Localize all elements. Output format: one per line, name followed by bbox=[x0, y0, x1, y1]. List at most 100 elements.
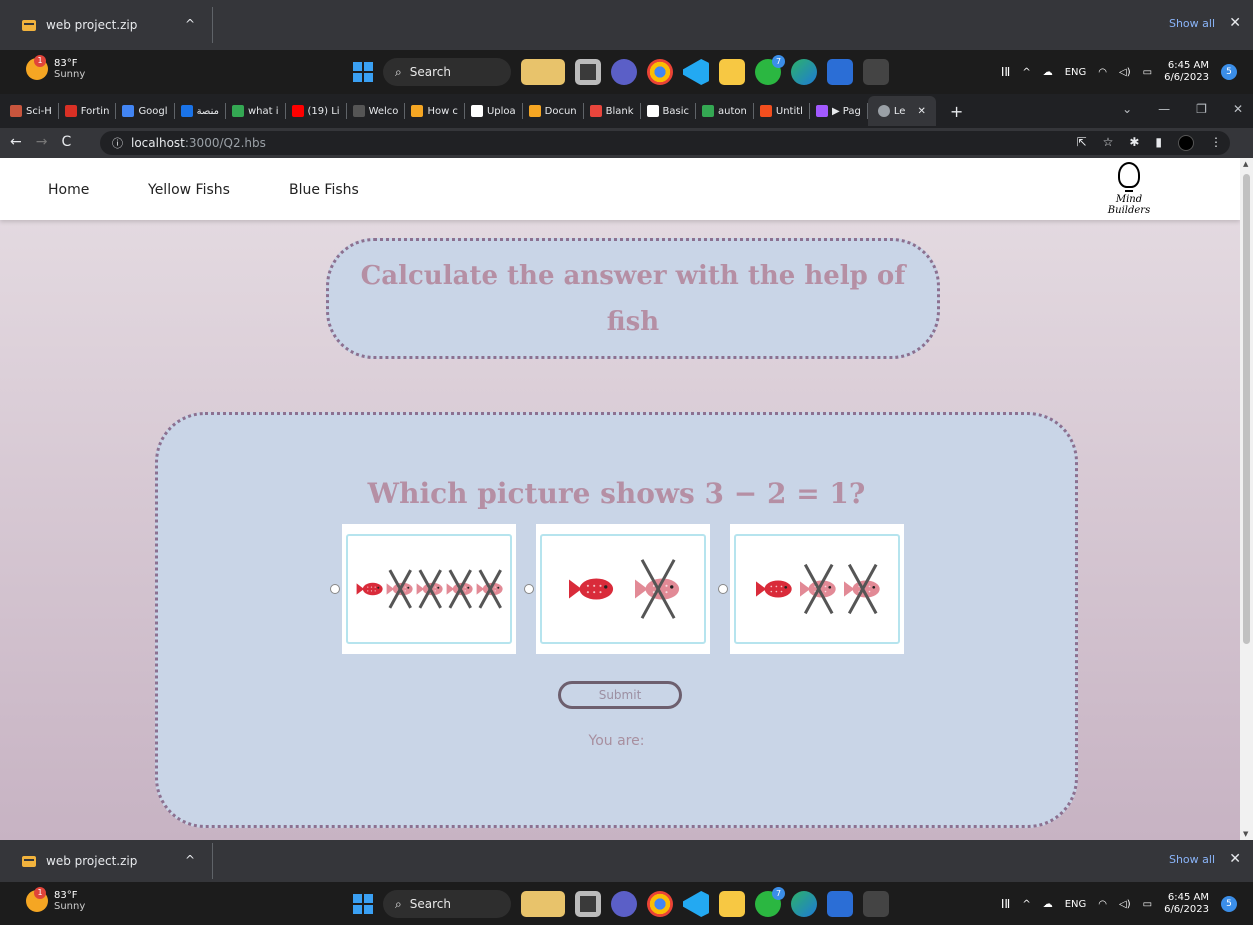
onedrive-icon[interactable]: ☁ bbox=[1043, 67, 1053, 78]
forward-icon[interactable]: → bbox=[36, 134, 48, 150]
browser-tab[interactable]: How c bbox=[405, 103, 465, 119]
browser-tab[interactable]: what i bbox=[226, 103, 286, 119]
page-scrollbar[interactable]: ▲ ▼ bbox=[1240, 158, 1253, 840]
radio-button[interactable] bbox=[718, 584, 728, 594]
file-explorer-icon[interactable] bbox=[719, 891, 745, 917]
scrollbar-thumb[interactable] bbox=[1243, 174, 1250, 644]
taskbar-search[interactable]: ⌕ Search bbox=[383, 58, 511, 86]
vscode-app-icon[interactable] bbox=[683, 891, 709, 917]
volume-icon[interactable]: ◁) bbox=[1119, 67, 1131, 78]
browser-tab[interactable]: Uploa bbox=[465, 103, 523, 119]
chevron-up-icon[interactable]: ^ bbox=[185, 853, 195, 867]
reload-icon[interactable]: C bbox=[61, 134, 71, 150]
close-icon[interactable]: ✕ bbox=[1229, 15, 1241, 31]
whatsapp-app-icon[interactable]: 7 bbox=[755, 887, 785, 917]
language-indicator[interactable]: ENG bbox=[1065, 67, 1087, 78]
browser-tab[interactable]: Welco bbox=[347, 103, 406, 119]
teams-chat-icon[interactable] bbox=[611, 891, 637, 917]
language-switch-icon[interactable]: ⅠⅡ bbox=[1001, 897, 1010, 911]
browser-tab[interactable]: منصة bbox=[175, 103, 226, 119]
chrome-app-icon[interactable] bbox=[647, 891, 673, 917]
word-app-icon[interactable] bbox=[827, 891, 853, 917]
language-indicator[interactable]: ENG bbox=[1065, 899, 1087, 910]
volume-icon[interactable]: ◁) bbox=[1119, 899, 1131, 910]
wifi-icon[interactable]: ◠ bbox=[1098, 67, 1107, 78]
taskbar-search[interactable]: ⌕ Search bbox=[383, 890, 511, 918]
browser-tab[interactable]: auton bbox=[696, 103, 754, 119]
nav-link-home[interactable]: Home bbox=[48, 182, 89, 198]
radio-button[interactable] bbox=[524, 584, 534, 594]
show-all-button[interactable]: Show all bbox=[1169, 853, 1215, 866]
browser-tab[interactable]: Sci-H bbox=[4, 103, 59, 119]
language-switch-icon[interactable]: ⅠⅡ bbox=[1001, 65, 1010, 79]
scroll-down-arrow[interactable]: ▼ bbox=[1243, 830, 1248, 838]
edge-app-icon[interactable] bbox=[791, 891, 817, 917]
task-view-icon[interactable] bbox=[575, 59, 601, 85]
download-item[interactable]: web project.zip bbox=[22, 0, 137, 50]
file-explorer-icon[interactable] bbox=[719, 59, 745, 85]
new-tab-button[interactable]: + bbox=[950, 102, 963, 121]
scroll-up-arrow[interactable]: ▲ bbox=[1243, 160, 1248, 168]
widgets-app-icon[interactable] bbox=[521, 891, 565, 917]
browser-tab[interactable]: ▶ Pag bbox=[810, 103, 868, 119]
answer-option-3[interactable] bbox=[718, 524, 904, 654]
chevron-up-icon[interactable]: ^ bbox=[1022, 67, 1030, 78]
wifi-icon[interactable]: ◠ bbox=[1098, 899, 1107, 910]
notification-badge[interactable]: 5 bbox=[1221, 896, 1237, 912]
restore-icon[interactable]: ❐ bbox=[1196, 102, 1207, 116]
browser-tab[interactable]: Blank bbox=[584, 103, 641, 119]
tab-search-icon[interactable]: ⌄ bbox=[1122, 102, 1132, 116]
browser-tab[interactable]: Docun bbox=[523, 103, 584, 119]
site-info-icon[interactable]: ⓘ bbox=[112, 135, 123, 151]
option-picture[interactable] bbox=[342, 524, 516, 654]
address-bar[interactable]: ⓘ localhost:3000/Q2.hbs ⇱ ☆ ✱ ▮ ⋮ bbox=[100, 131, 1230, 155]
terminal-app-icon[interactable] bbox=[863, 59, 889, 85]
weather-widget[interactable]: 1 83°F Sunny bbox=[26, 55, 85, 80]
windows-start-icon[interactable] bbox=[353, 62, 373, 82]
teams-chat-icon[interactable] bbox=[611, 59, 637, 85]
minimize-icon[interactable]: — bbox=[1158, 102, 1170, 116]
vscode-app-icon[interactable] bbox=[683, 59, 709, 85]
option-picture[interactable] bbox=[536, 524, 710, 654]
mind-builders-logo[interactable]: Mind Builders bbox=[1094, 162, 1164, 216]
browser-tab[interactable]: Fortin bbox=[59, 103, 117, 119]
answer-option-1[interactable] bbox=[330, 524, 516, 654]
menu-icon[interactable]: ⋮ bbox=[1210, 135, 1222, 151]
share-icon[interactable]: ⇱ bbox=[1077, 135, 1087, 151]
weather-widget[interactable]: 1 83°F Sunny bbox=[26, 887, 85, 912]
task-view-icon[interactable] bbox=[575, 891, 601, 917]
tab-close-icon[interactable]: ✕ bbox=[917, 106, 925, 117]
browser-tab-active[interactable]: Le ✕ bbox=[867, 96, 936, 126]
clock[interactable]: 6:45 AM 6/6/2023 bbox=[1164, 892, 1209, 916]
clock[interactable]: 6:45 AM 6/6/2023 bbox=[1164, 60, 1209, 84]
browser-tab[interactable]: (19) Li bbox=[286, 103, 347, 119]
profile-avatar[interactable] bbox=[1178, 135, 1194, 151]
onedrive-icon[interactable]: ☁ bbox=[1043, 899, 1053, 910]
battery-icon[interactable]: ▭ bbox=[1143, 67, 1152, 78]
widgets-app-icon[interactable] bbox=[521, 59, 565, 85]
browser-tab[interactable]: Untitl bbox=[754, 103, 810, 119]
close-icon[interactable]: ✕ bbox=[1229, 851, 1241, 867]
chrome-app-icon[interactable] bbox=[647, 59, 673, 85]
notification-badge[interactable]: 5 bbox=[1221, 64, 1237, 80]
browser-tab[interactable]: Basic bbox=[641, 103, 697, 119]
browser-tab[interactable]: Googl bbox=[116, 103, 175, 119]
submit-button[interactable]: Submit bbox=[558, 681, 682, 709]
chevron-up-icon[interactable]: ^ bbox=[1022, 899, 1030, 910]
extensions-icon[interactable]: ✱ bbox=[1129, 135, 1139, 151]
answer-option-2[interactable] bbox=[524, 524, 710, 654]
edge-app-icon[interactable] bbox=[791, 59, 817, 85]
back-icon[interactable]: ← bbox=[10, 134, 22, 150]
whatsapp-app-icon[interactable]: 7 bbox=[755, 55, 785, 85]
word-app-icon[interactable] bbox=[827, 59, 853, 85]
nav-link-blue-fishs[interactable]: Blue Fishs bbox=[289, 182, 359, 198]
windows-start-icon[interactable] bbox=[353, 894, 373, 914]
download-item[interactable]: web project.zip bbox=[22, 840, 137, 882]
option-picture[interactable] bbox=[730, 524, 904, 654]
battery-icon[interactable]: ▭ bbox=[1143, 899, 1152, 910]
bookmark-star-icon[interactable]: ☆ bbox=[1103, 135, 1114, 151]
nav-link-yellow-fishs[interactable]: Yellow Fishs bbox=[148, 182, 230, 198]
window-close-icon[interactable]: ✕ bbox=[1233, 102, 1243, 116]
terminal-app-icon[interactable] bbox=[863, 891, 889, 917]
sidepanel-icon[interactable]: ▮ bbox=[1155, 135, 1162, 151]
